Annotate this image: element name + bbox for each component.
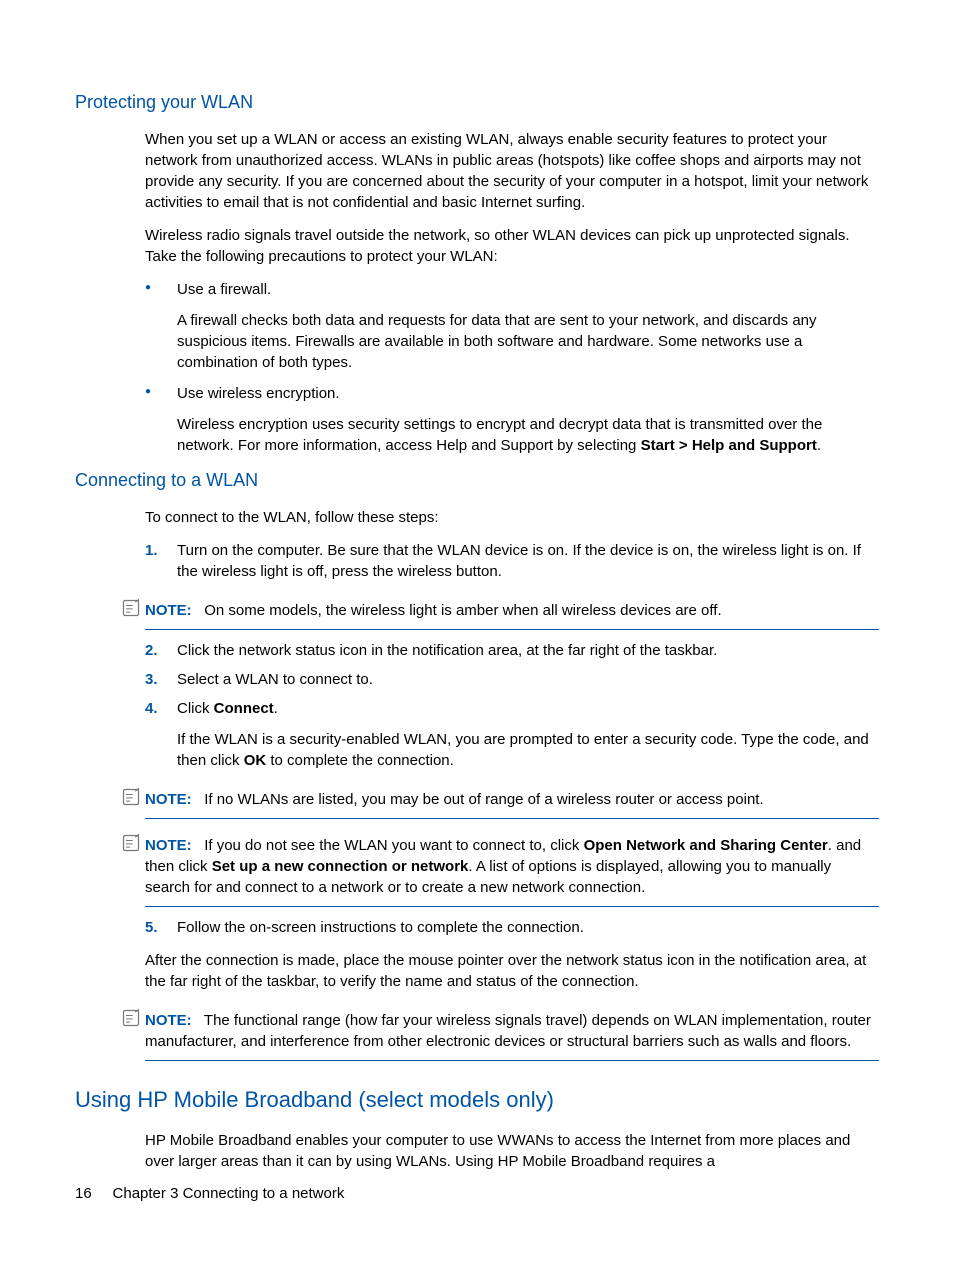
list-item: 2. Click the network status icon in the … bbox=[145, 640, 879, 661]
subsection-heading-connecting: Connecting to a WLAN bbox=[75, 468, 879, 493]
paragraph: HP Mobile Broadband enables your compute… bbox=[145, 1130, 879, 1172]
note-box: NOTE: If no WLANs are listed, you may be… bbox=[145, 783, 879, 819]
section-body: HP Mobile Broadband enables your compute… bbox=[145, 1130, 879, 1172]
numbered-list: 2. Click the network status icon in the … bbox=[145, 640, 879, 771]
bold-text: Set up a new connection or network bbox=[212, 858, 469, 875]
list-item: 3. Select a WLAN to connect to. bbox=[145, 669, 879, 690]
step-text: Click the network status icon in the not… bbox=[177, 642, 717, 659]
note-icon bbox=[121, 1008, 141, 1028]
paragraph: To connect to the WLAN, follow these ste… bbox=[145, 507, 879, 528]
note-icon bbox=[121, 787, 141, 807]
section-heading-broadband: Using HP Mobile Broadband (select models… bbox=[75, 1085, 879, 1116]
page-number: 16 bbox=[75, 1185, 92, 1202]
note-text: The functional range (how far your wirel… bbox=[145, 1012, 871, 1050]
step-text: Turn on the computer. Be sure that the W… bbox=[177, 542, 861, 580]
note-label: NOTE: bbox=[145, 791, 192, 808]
bold-text: OK bbox=[244, 752, 267, 769]
text: . bbox=[274, 700, 278, 717]
step-number: 2. bbox=[145, 640, 158, 661]
section-body: When you set up a WLAN or access an exis… bbox=[145, 129, 879, 456]
list-item: 5. Follow the on-screen instructions to … bbox=[145, 917, 879, 938]
page-footer: 16 Chapter 3 Connecting to a network bbox=[75, 1185, 344, 1202]
note-label: NOTE: bbox=[145, 837, 192, 854]
note-box: NOTE: If you do not see the WLAN you wan… bbox=[145, 829, 879, 907]
text: . bbox=[817, 437, 821, 454]
list-item-desc: Wireless encryption uses security settin… bbox=[177, 414, 879, 456]
section-body: To connect to the WLAN, follow these ste… bbox=[145, 507, 879, 992]
paragraph: When you set up a WLAN or access an exis… bbox=[145, 129, 879, 213]
numbered-list: 5. Follow the on-screen instructions to … bbox=[145, 917, 879, 938]
list-item: 1. Turn on the computer. Be sure that th… bbox=[145, 540, 879, 582]
note-icon bbox=[121, 598, 141, 618]
text: to complete the connection. bbox=[266, 752, 454, 769]
step-number: 3. bbox=[145, 669, 158, 690]
list-item: 4. Click Connect. If the WLAN is a secur… bbox=[145, 698, 879, 771]
subsection-heading-protecting: Protecting your WLAN bbox=[75, 90, 879, 115]
list-item-title: Use wireless encryption. bbox=[177, 383, 879, 404]
step-text: Select a WLAN to connect to. bbox=[177, 671, 373, 688]
chapter-label: Chapter 3 Connecting to a network bbox=[113, 1185, 345, 1202]
note-text: If no WLANs are listed, you may be out o… bbox=[204, 791, 763, 808]
text: Click bbox=[177, 700, 214, 717]
step-text: Follow the on-screen instructions to com… bbox=[177, 919, 584, 936]
text: If you do not see the WLAN you want to c… bbox=[204, 837, 583, 854]
note-box: NOTE: The functional range (how far your… bbox=[145, 1004, 879, 1061]
bold-text: Connect bbox=[214, 700, 274, 717]
list-item-desc: A firewall checks both data and requests… bbox=[177, 310, 879, 373]
bold-text: Start > Help and Support bbox=[641, 437, 817, 454]
note-label: NOTE: bbox=[145, 1012, 192, 1029]
numbered-list: 1. Turn on the computer. Be sure that th… bbox=[145, 540, 879, 582]
document-page: Protecting your WLAN When you set up a W… bbox=[0, 0, 954, 1172]
step-number: 1. bbox=[145, 540, 158, 561]
step-number: 5. bbox=[145, 917, 158, 938]
bold-text: Open Network and Sharing Center bbox=[584, 837, 828, 854]
note-text: On some models, the wireless light is am… bbox=[204, 602, 721, 619]
list-item: Use a firewall. A firewall checks both d… bbox=[145, 279, 879, 373]
list-item: Use wireless encryption. Wireless encryp… bbox=[145, 383, 879, 456]
note-box: NOTE: On some models, the wireless light… bbox=[145, 594, 879, 630]
paragraph: After the connection is made, place the … bbox=[145, 950, 879, 992]
bullet-list: Use a firewall. A firewall checks both d… bbox=[145, 279, 879, 456]
note-label: NOTE: bbox=[145, 602, 192, 619]
note-icon bbox=[121, 833, 141, 853]
step-number: 4. bbox=[145, 698, 158, 719]
paragraph: Wireless radio signals travel outside th… bbox=[145, 225, 879, 267]
list-item-title: Use a firewall. bbox=[177, 279, 879, 300]
step-desc: If the WLAN is a security-enabled WLAN, … bbox=[177, 729, 879, 771]
